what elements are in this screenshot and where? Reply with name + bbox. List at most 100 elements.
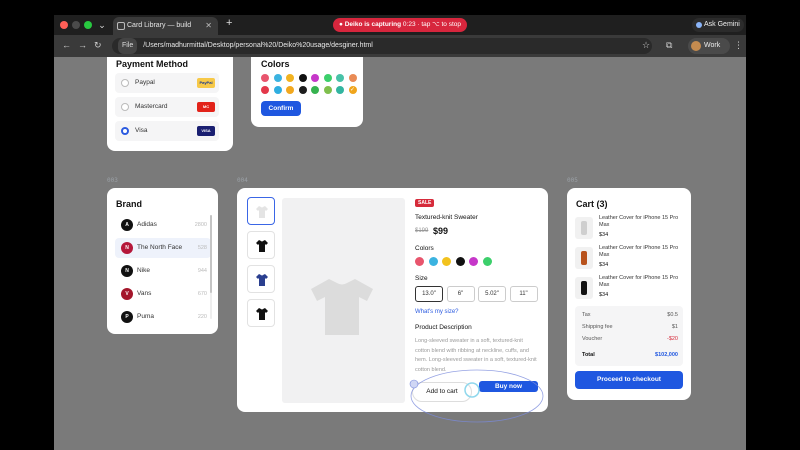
product-thumbnail[interactable] [247,231,275,259]
forward-arrow-icon[interactable]: → [78,40,87,50]
brand-logo-icon: A [121,219,133,231]
product-thumbnail[interactable] [247,197,275,225]
tab-bar: ⌄ Card Library — build ✕ + ● Deiko is ca… [54,15,746,35]
product-color-swatch[interactable] [455,257,465,266]
product-card-label: 004 [237,177,248,184]
cart-item-name: Leather Cover for iPhone 15 Pro Max [599,275,679,288]
avatar [691,41,701,51]
size-option[interactable]: 11" [509,286,538,302]
color-swatch[interactable] [273,74,282,82]
brand-logo-icon: V [121,288,133,300]
recording-indicator[interactable]: ● Deiko is capturing 0:23 · tap ⌥ to sto… [333,18,467,32]
brand-count: 2800 [194,222,207,228]
color-swatch[interactable] [323,86,332,94]
more-menu-icon[interactable]: ⋮ [734,40,743,51]
brand-logo-icon: P [121,311,133,323]
back-arrow-icon[interactable]: ← [62,40,71,50]
color-swatch[interactable] [298,86,307,94]
selected-color-check-icon[interactable]: ✓ [348,86,357,94]
color-swatch[interactable] [273,86,282,94]
cart-item[interactable]: Leather Cover for iPhone 15 Pro Max $34 [575,215,683,243]
size-guide-link[interactable]: What's my size? [415,309,459,315]
payment-option-label: Paypal [135,79,155,86]
product-color-swatch[interactable] [482,257,492,266]
color-swatch[interactable] [336,74,344,82]
url-text: /Users/madhurmittal/Desktop/personal%20/… [143,42,373,49]
total-row: Total $102,000 [582,352,678,358]
cart-card: Cart (3) Leather Cover for iPhone 15 Pro… [567,188,691,400]
brand-item[interactable]: A Adidas 2800 [115,215,211,235]
payment-option-label: Visa [135,127,148,134]
color-swatch[interactable] [286,74,294,82]
maximize-window-button[interactable] [84,21,92,29]
payment-option-label: Mastercard [135,103,168,110]
product-name: Textured-knit Sweater [415,214,478,221]
phone-case-icon [581,251,587,265]
tab-search-chevron-icon[interactable]: ⌄ [96,19,108,31]
color-swatch[interactable] [348,74,357,82]
brand-name: Nike [137,267,151,274]
file-scheme-chip[interactable]: File [118,38,138,54]
product-color-swatch[interactable] [415,257,424,266]
brand-item[interactable]: P Puma 220 [115,307,211,327]
payment-option-paypal[interactable]: Paypal PayPal [115,73,219,93]
cart-item-name: Leather Cover for iPhone 15 Pro Max [599,215,679,228]
product-color-swatch[interactable] [428,257,438,266]
color-swatch[interactable] [311,86,319,94]
size-option[interactable]: 5.02" [478,286,506,302]
radio-paypal[interactable] [121,79,129,87]
payment-option-visa[interactable]: Visa VISA [115,121,219,141]
profile-label: Work [704,42,721,49]
url-bar[interactable]: File /Users/madhurmittal/Desktop/persona… [112,38,652,54]
colors-label: Colors [415,245,434,252]
brand-item[interactable]: N The North Face 528 [115,238,211,258]
color-swatch[interactable] [311,74,319,82]
color-swatch[interactable] [323,74,332,82]
tshirt-icon [256,308,268,320]
color-swatch[interactable] [261,86,269,94]
product-color-swatch[interactable] [442,257,451,266]
new-tab-plus-icon[interactable]: + [226,17,232,29]
size-option[interactable]: 13.0" [415,286,443,302]
ask-gemini-button[interactable]: Ask Gemini [692,18,744,32]
brand-item[interactable]: N Nike 944 [115,261,211,281]
summary-label: Tax [582,312,591,318]
cart-item[interactable]: Leather Cover for iPhone 15 Pro Max $34 [575,245,683,273]
colors-card: Colors ✓ Confirm [251,57,363,127]
radio-visa[interactable] [121,127,129,135]
tab-title: Card Library — build [127,22,192,29]
profile-button[interactable]: Work [688,38,730,54]
brand-count: 528 [197,245,207,251]
left-letterbox [0,0,54,450]
radio-mastercard[interactable] [121,103,129,111]
close-window-button[interactable] [60,21,68,29]
minimize-window-button[interactable] [72,21,80,29]
scroll-thumb[interactable] [210,215,212,293]
checkout-button[interactable]: Proceed to checkout [575,371,683,389]
annotation-lasso-icon [409,369,544,423]
summary-row: Shipping fee $1 [582,324,678,330]
product-thumbnail[interactable] [247,265,275,293]
tab-close-icon[interactable]: ✕ [205,17,212,35]
confirm-button[interactable]: Confirm [261,101,301,116]
phone-case-icon [581,281,587,295]
cart-item-price: $34 [599,292,609,298]
color-swatch[interactable] [336,86,344,94]
brand-scrollbar[interactable] [210,215,212,319]
color-swatch[interactable] [298,74,307,82]
cart-item-price: $34 [599,232,609,238]
color-swatch[interactable] [261,74,269,82]
payment-option-mastercard[interactable]: Mastercard MC [115,97,219,117]
color-swatch[interactable] [286,86,294,94]
extensions-icon[interactable]: ⧉ [666,40,672,51]
cart-item[interactable]: Leather Cover for iPhone 15 Pro Max $34 [575,275,683,303]
tab-card-library[interactable]: Card Library — build ✕ [113,17,218,35]
reload-icon[interactable]: ↻ [94,40,102,51]
product-color-swatch[interactable] [469,257,478,266]
size-option[interactable]: 6" [446,286,475,302]
brand-name: Adidas [137,221,157,228]
product-thumbnail[interactable] [247,299,275,327]
brand-item[interactable]: V Vans 670 [115,284,211,304]
bookmark-star-icon[interactable]: ☆ [642,40,650,51]
recording-time: 0:23 [402,21,416,28]
